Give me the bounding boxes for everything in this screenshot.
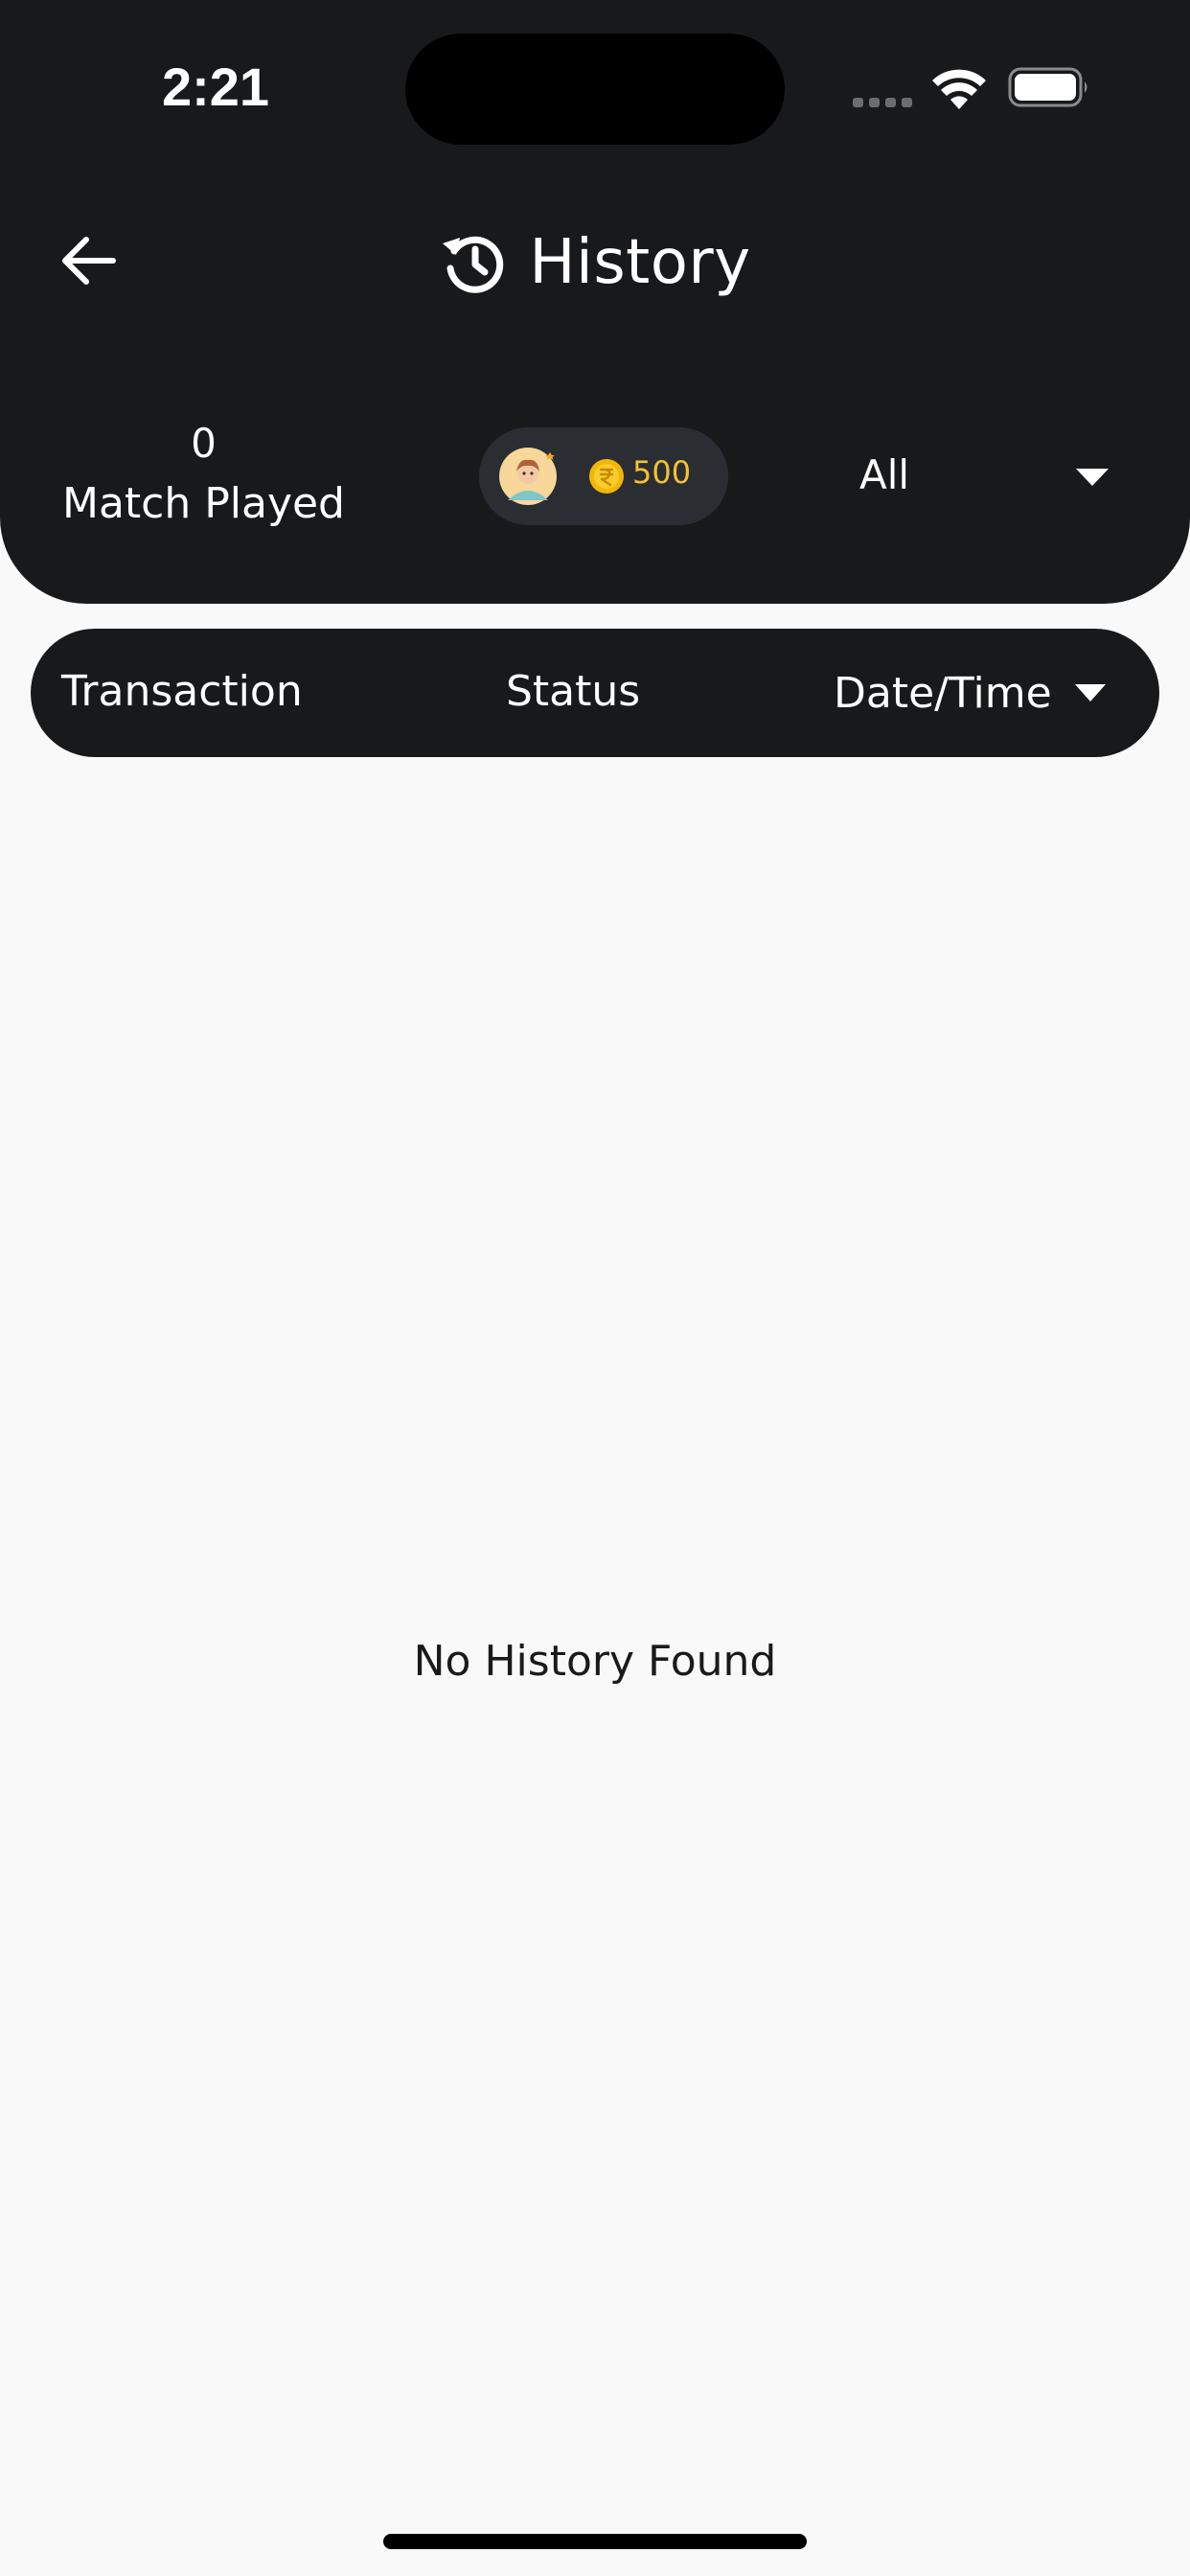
caret-down-icon xyxy=(1074,684,1106,702)
empty-state-message: No History Found xyxy=(413,1637,777,1686)
dynamic-island xyxy=(405,34,785,145)
column-header-datetime-sort[interactable]: Date/Time xyxy=(834,659,1106,726)
coin-icon xyxy=(589,459,624,494)
caret-down-icon xyxy=(1076,469,1109,486)
table-header: Transaction Status Date/Time xyxy=(31,629,1159,757)
history-filter-dropdown[interactable]: All xyxy=(834,436,1131,517)
battery-icon xyxy=(1008,67,1087,107)
cellular-signal-icon xyxy=(853,98,912,107)
title-bar: History xyxy=(0,217,1190,309)
column-header-status: Status xyxy=(506,667,641,716)
header-panel: 2:21 History 0 Match Played 500 All xyxy=(0,0,1190,604)
wifi-icon xyxy=(932,69,986,109)
page-title: History xyxy=(529,227,751,298)
status-time: 2:21 xyxy=(161,57,270,117)
filter-selected-value: All xyxy=(859,451,910,498)
home-indicator[interactable] xyxy=(383,2534,807,2549)
history-screen: 2:21 History 0 Match Played 500 All Tran… xyxy=(0,0,1190,2576)
match-count: 0 xyxy=(191,420,217,467)
avatar xyxy=(499,448,557,505)
column-header-transaction: Transaction xyxy=(61,667,303,716)
coin-balance: 500 xyxy=(632,454,692,491)
column-header-datetime: Date/Time xyxy=(834,668,1052,718)
history-icon xyxy=(439,228,508,297)
wallet-pill[interactable]: 500 xyxy=(479,427,728,525)
match-played-label: Match Played xyxy=(61,479,345,528)
